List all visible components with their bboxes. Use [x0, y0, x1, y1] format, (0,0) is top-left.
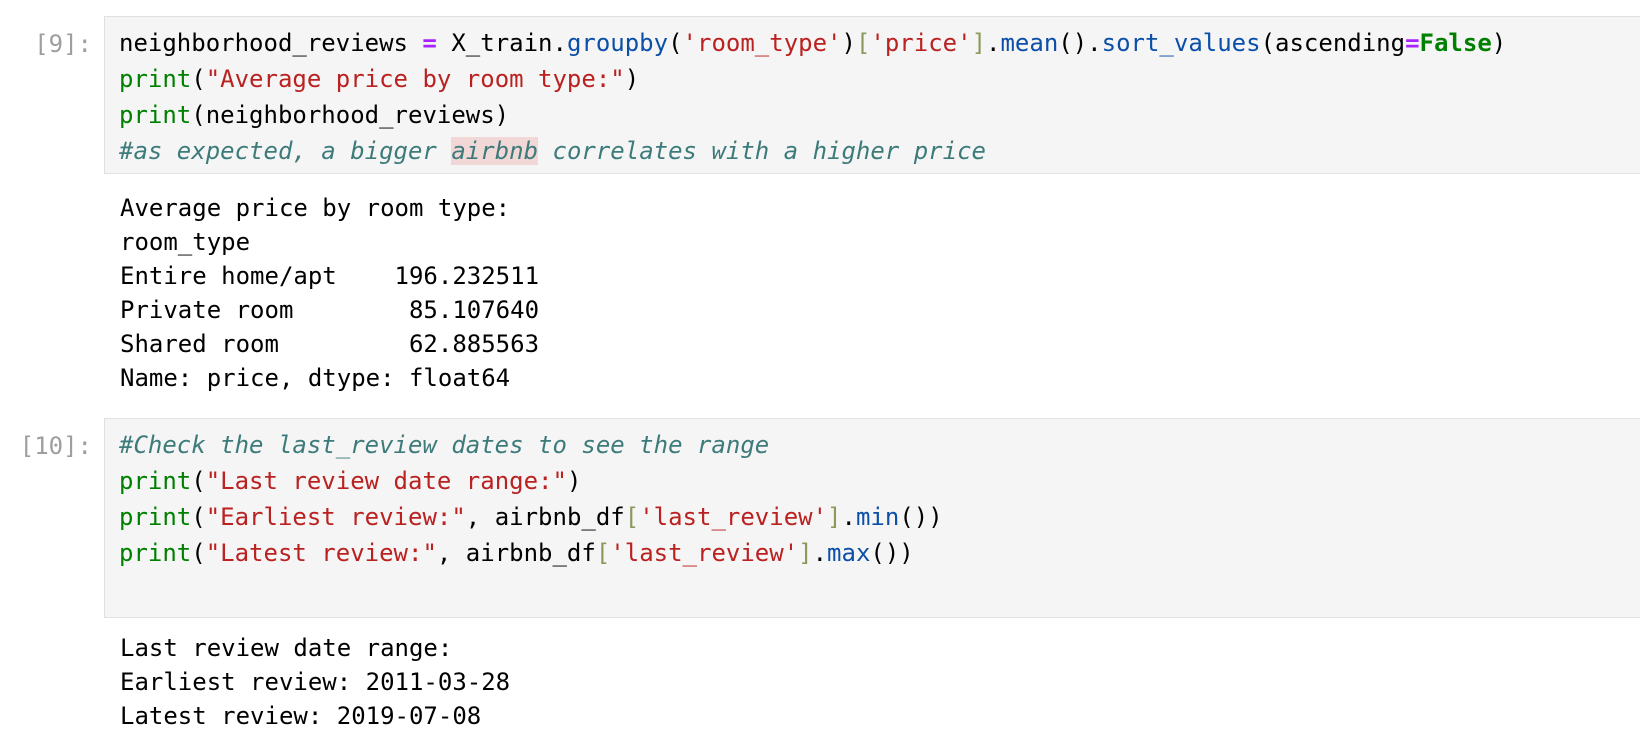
- code-token: =: [407, 29, 452, 57]
- output-line: room_type: [120, 228, 251, 256]
- code-token: (: [191, 503, 206, 531]
- code-token: print: [119, 539, 192, 567]
- code-token: ]: [798, 539, 813, 567]
- code-token: =: [1405, 29, 1420, 57]
- cell-output-area: Last review date range: Earliest review:…: [104, 626, 1640, 736]
- code-token: print: [119, 65, 192, 93]
- code-token: ]: [827, 503, 842, 531]
- code-token: .: [841, 503, 856, 531]
- code-token: "Latest review:": [205, 539, 437, 567]
- code-token: ()): [870, 539, 914, 567]
- code-token: ()): [899, 503, 943, 531]
- code-token: groupby: [566, 29, 669, 57]
- code-token: (: [191, 467, 206, 495]
- code-token: ]: [971, 29, 987, 57]
- code-input-area[interactable]: neighborhood_reviews = X_train.groupby('…: [104, 16, 1640, 174]
- output-line: Entire home/apt 196.232511: [120, 262, 540, 290]
- code-token: neighborhood_reviews: [119, 29, 408, 57]
- code-token: 'price': [870, 29, 972, 57]
- code-line-4: print("Latest review:", airbnb_df['last_…: [119, 535, 914, 571]
- code-token: ): [624, 65, 640, 93]
- code-token: .: [986, 29, 1001, 57]
- output-line: Earliest review: 2011-03-28: [120, 668, 511, 696]
- code-input-area[interactable]: #Check the last_review dates to see the …: [104, 418, 1640, 618]
- execution-count-prompt: [10]:: [19, 432, 92, 460]
- code-line-4: #as expected, a bigger airbnb correlates…: [119, 133, 986, 169]
- code-token: "Earliest review:": [205, 503, 466, 531]
- code-comment: correlates with a higher price: [538, 137, 986, 165]
- code-line-2: print("Last review date range:"): [119, 463, 581, 499]
- code-token: (ascending: [1260, 29, 1406, 57]
- code-token: [: [595, 539, 611, 567]
- search-highlight: airbnb: [451, 137, 539, 165]
- code-token: print: [119, 503, 192, 531]
- code-line-2: print("Average price by room type:"): [119, 61, 639, 97]
- code-token: ): [1491, 29, 1507, 57]
- output-line: Latest review: 2019-07-08: [120, 702, 482, 730]
- code-token: "Average price by room type:": [205, 65, 625, 93]
- code-token: sort_values: [1101, 29, 1261, 57]
- code-token: 'last_review': [610, 539, 799, 567]
- code-token: 'last_review': [639, 503, 828, 531]
- code-token: "Last review date range:": [205, 467, 567, 495]
- code-token: X_train.: [451, 29, 567, 57]
- code-comment: #Check the last_review dates to see the …: [119, 431, 770, 459]
- output-line: Shared room 62.885563: [120, 330, 540, 358]
- code-token: print: [119, 101, 192, 129]
- code-token: , airbnb_df: [436, 539, 596, 567]
- code-token: False: [1419, 29, 1492, 57]
- execution-count-prompt: [9]:: [34, 30, 92, 58]
- code-line-3: print("Earliest review:", airbnb_df['las…: [119, 499, 943, 535]
- code-token: mean: [1000, 29, 1059, 57]
- code-token: max: [827, 539, 871, 567]
- code-token: ): [841, 29, 856, 57]
- code-token: 'room_type': [682, 29, 842, 57]
- code-token: , airbnb_df: [465, 503, 625, 531]
- cell-output-area: Average price by room type: room_type En…: [104, 182, 1640, 392]
- output-line: Last review date range:: [120, 634, 453, 662]
- code-token: (: [191, 65, 206, 93]
- code-line-1: neighborhood_reviews = X_train.groupby('…: [119, 25, 1506, 61]
- output-line: Private room 85.107640: [120, 296, 540, 324]
- code-token: ().: [1058, 29, 1102, 57]
- code-token: (: [191, 539, 206, 567]
- output-line: Name: price, dtype: float64: [120, 364, 511, 392]
- code-token: min: [855, 503, 900, 531]
- code-token: ): [566, 467, 582, 495]
- code-line-1: #Check the last_review dates to see the …: [119, 427, 769, 463]
- code-token: .: [812, 539, 828, 567]
- code-line-3: print(neighborhood_reviews): [119, 97, 509, 133]
- code-token: (neighborhood_reviews): [191, 101, 510, 129]
- code-token: [: [624, 503, 640, 531]
- code-token: print: [119, 467, 192, 495]
- code-comment: #as expected, a bigger: [119, 137, 452, 165]
- code-token: (: [668, 29, 683, 57]
- code-token: [: [855, 29, 871, 57]
- output-line: Average price by room type:: [120, 194, 511, 222]
